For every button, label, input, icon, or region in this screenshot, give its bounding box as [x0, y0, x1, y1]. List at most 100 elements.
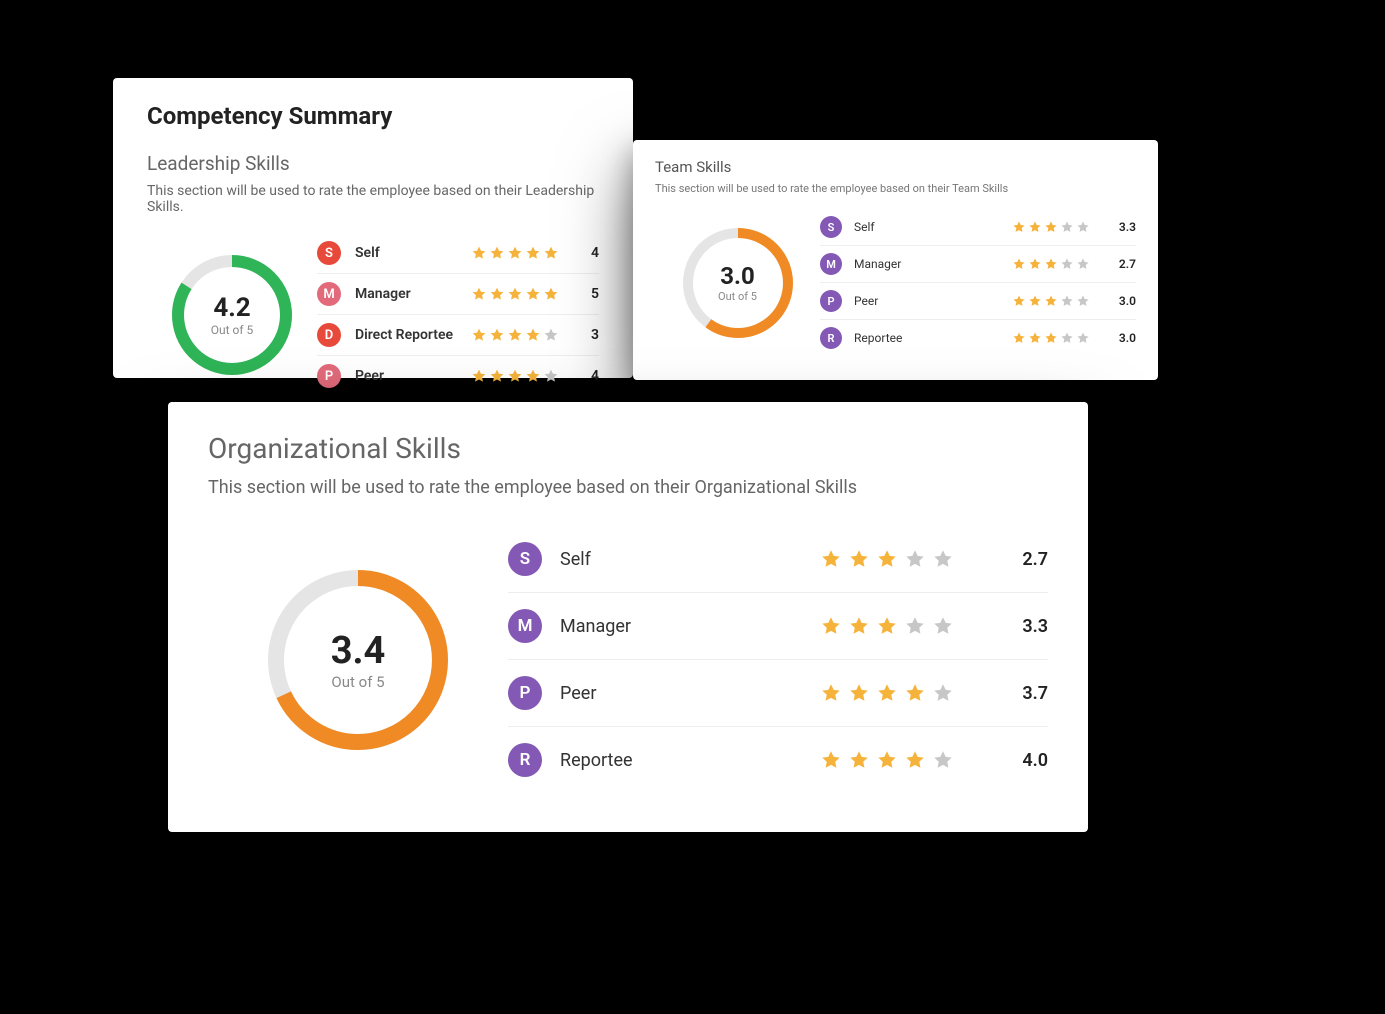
page-title: Competency Summary	[147, 102, 599, 130]
role-label: Self	[560, 549, 820, 570]
org-section-desc: This section will be used to rate the em…	[208, 477, 1048, 498]
star-icon	[820, 548, 842, 570]
star-rating	[820, 682, 954, 704]
star-rating	[1012, 257, 1090, 271]
org-rows: SSelf2.7MManager3.3PPeer3.7RReportee4.0	[508, 526, 1048, 793]
rating-row: R Reportee 4.0	[508, 727, 1048, 793]
rating-row: DDirect Reportee3	[317, 315, 599, 356]
star-icon	[1012, 331, 1026, 345]
star-icon	[932, 749, 954, 771]
star-icon	[1060, 331, 1074, 345]
org-content: 3.4Out of 5 SSelf2.7MManager3.3PPeer3.7R…	[208, 526, 1048, 793]
team-section-desc: This section will be used to rate the em…	[655, 182, 1136, 195]
role-badge: P	[820, 290, 842, 312]
star-icon	[820, 615, 842, 637]
star-icon	[489, 245, 505, 261]
leadership-content: 4.2Out of 5 SSelf4MManager5DDirect Repor…	[147, 233, 599, 396]
role-label: Manager	[355, 286, 471, 302]
star-icon	[507, 368, 523, 384]
role-badge: D	[317, 323, 341, 347]
rating-value: 3.7	[994, 683, 1048, 704]
rating-value: 2.7	[1106, 257, 1136, 271]
star-rating	[1012, 294, 1090, 308]
star-icon	[1028, 220, 1042, 234]
star-icon	[489, 368, 505, 384]
role-badge: S	[317, 241, 341, 265]
star-icon	[1076, 220, 1090, 234]
role-badge: S	[820, 216, 842, 238]
star-rating	[471, 245, 559, 261]
rating-row: PPeer3.0	[820, 283, 1136, 320]
leadership-score-dial: 4.2Out of 5	[172, 255, 292, 375]
role-badge: R	[508, 743, 542, 777]
star-icon	[471, 368, 487, 384]
star-rating	[471, 286, 559, 302]
leadership-section-desc: This section will be used to rate the em…	[147, 183, 599, 215]
role-label: Peer	[355, 368, 471, 384]
team-rows: SSelf3.3MManager2.7PPeer3.0RReportee3.0	[820, 209, 1136, 356]
star-icon	[876, 615, 898, 637]
dial-outof-label: Out of 5	[718, 290, 757, 303]
star-rating	[1012, 331, 1090, 345]
star-icon	[932, 548, 954, 570]
rating-value: 4.0	[994, 750, 1048, 771]
rating-value: 4	[569, 245, 599, 261]
rating-value: 3.0	[1106, 331, 1136, 345]
rating-value: 5	[569, 286, 599, 302]
star-icon	[1076, 331, 1090, 345]
star-rating	[820, 615, 954, 637]
rating-row: PPeer4	[317, 356, 599, 396]
role-label: Reportee	[560, 750, 820, 771]
star-icon	[1044, 220, 1058, 234]
star-icon	[525, 245, 541, 261]
star-icon	[471, 286, 487, 302]
star-icon	[525, 368, 541, 384]
star-icon	[525, 286, 541, 302]
star-rating	[820, 749, 954, 771]
star-icon	[904, 682, 926, 704]
rating-value: 4	[569, 368, 599, 384]
dial-outof-label: Out of 5	[331, 673, 384, 691]
competency-summary-card: Competency Summary Leadership Skills Thi…	[113, 78, 633, 378]
star-icon	[848, 615, 870, 637]
star-icon	[848, 548, 870, 570]
star-icon	[543, 368, 559, 384]
star-icon	[507, 286, 523, 302]
role-label: Peer	[560, 683, 820, 704]
organizational-skills-card: Organizational Skills This section will …	[168, 402, 1088, 832]
star-rating	[820, 548, 954, 570]
team-dial-wrap: 3.0Out of 5	[655, 228, 820, 338]
star-icon	[848, 682, 870, 704]
team-section-title: Team Skills	[655, 158, 1136, 176]
star-icon	[904, 749, 926, 771]
org-dial-wrap: 3.4Out of 5	[208, 570, 508, 750]
role-badge: P	[508, 676, 542, 710]
team-content: 3.0Out of 5 SSelf3.3MManager2.7PPeer3.0R…	[655, 209, 1136, 356]
role-badge: M	[820, 253, 842, 275]
org-score-dial: 3.4Out of 5	[268, 570, 448, 750]
star-icon	[1060, 220, 1074, 234]
role-label: Peer	[854, 294, 1012, 308]
leadership-rows: SSelf4MManager5DDirect Reportee3PPeer4	[317, 233, 599, 396]
rating-row: P Peer 3.7	[508, 660, 1048, 727]
star-icon	[876, 548, 898, 570]
star-icon	[876, 682, 898, 704]
rating-row: SSelf4	[317, 233, 599, 274]
role-label: Direct Reportee	[355, 327, 471, 343]
star-icon	[507, 327, 523, 343]
star-icon	[820, 749, 842, 771]
star-icon	[543, 327, 559, 343]
role-badge: M	[508, 609, 542, 643]
star-icon	[904, 615, 926, 637]
star-icon	[489, 286, 505, 302]
star-icon	[1060, 294, 1074, 308]
leadership-dial-wrap: 4.2Out of 5	[147, 255, 317, 375]
role-label: Manager	[560, 616, 820, 637]
role-label: Manager	[854, 257, 1012, 271]
star-icon	[848, 749, 870, 771]
star-rating	[471, 327, 559, 343]
star-icon	[1076, 257, 1090, 271]
star-icon	[1076, 294, 1090, 308]
star-rating	[471, 368, 559, 384]
star-icon	[507, 245, 523, 261]
